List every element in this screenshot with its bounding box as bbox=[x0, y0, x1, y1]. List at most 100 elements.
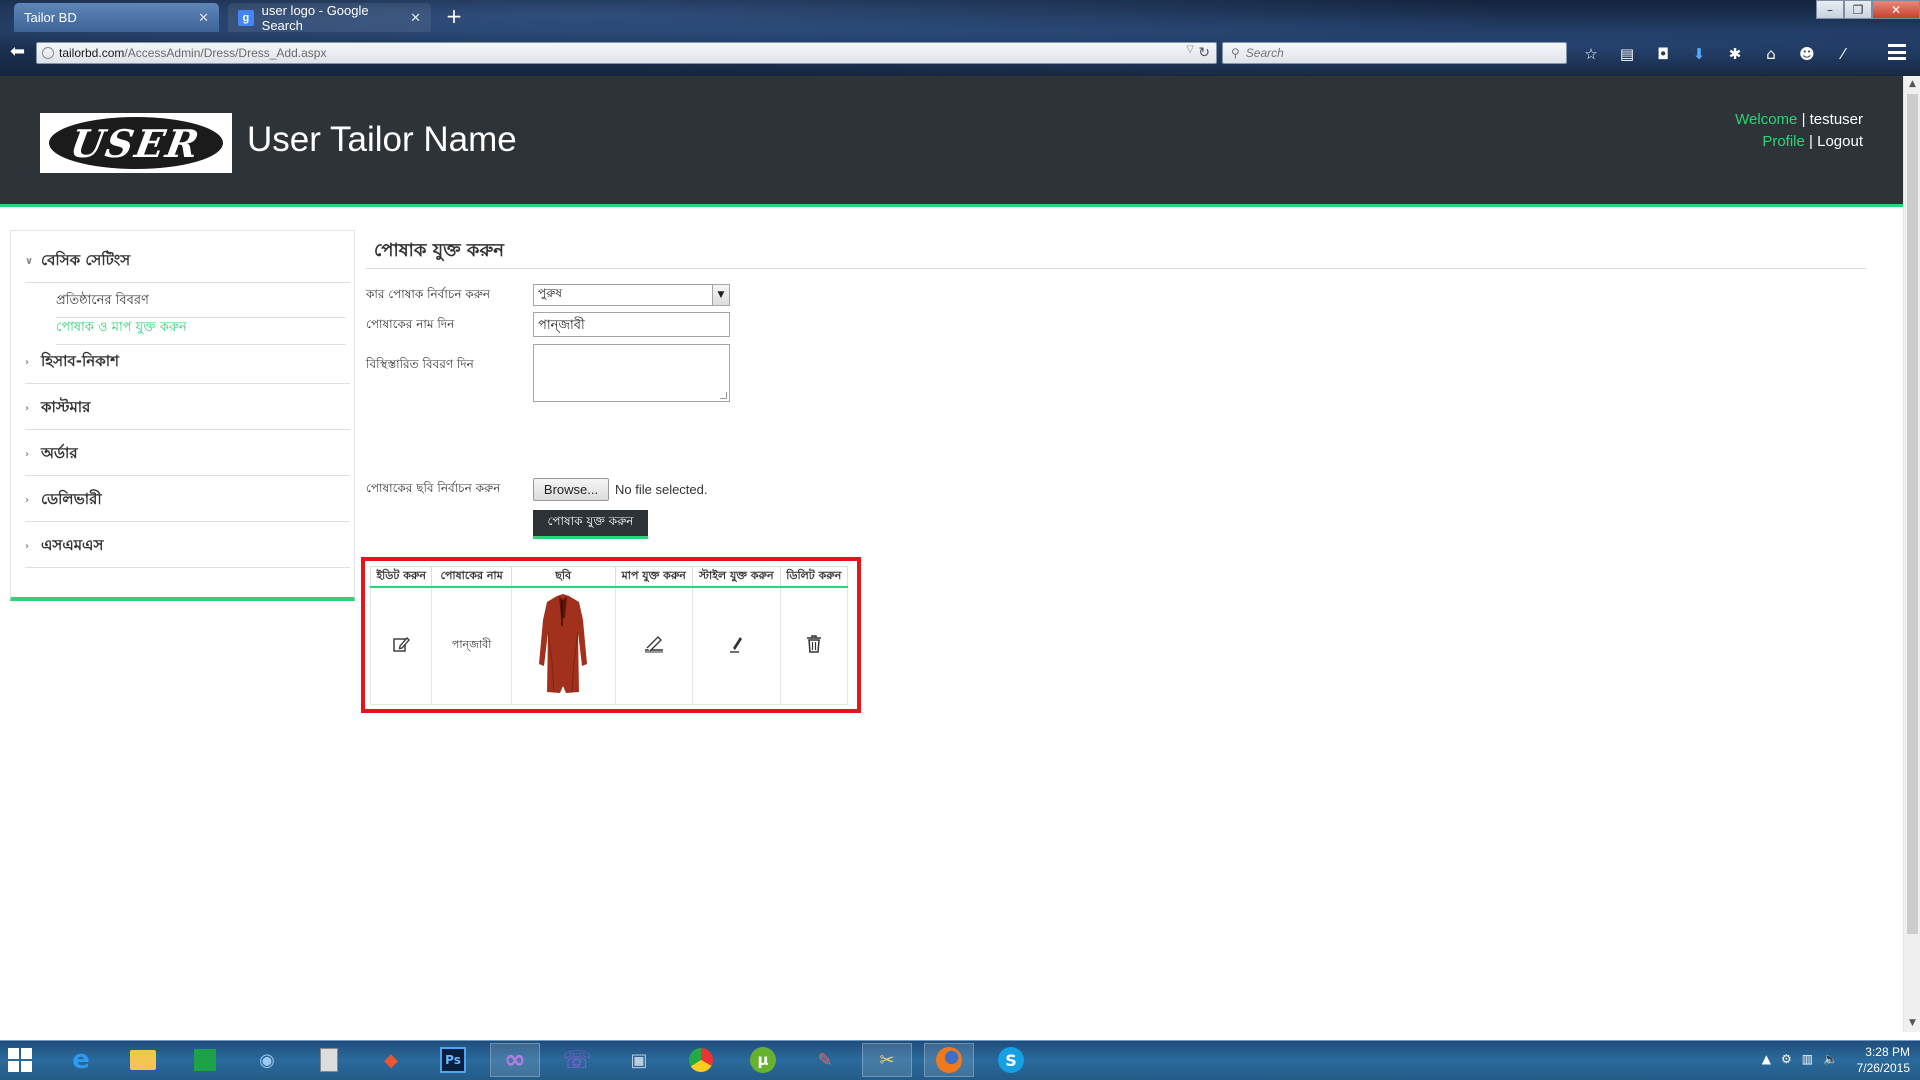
download-icon[interactable]: ⬇ bbox=[1688, 44, 1710, 64]
firefox-icon[interactable] bbox=[924, 1043, 974, 1077]
new-tab-button[interactable]: + bbox=[443, 3, 465, 29]
tab-google-search[interactable]: g user logo - Google Search ✕ bbox=[228, 3, 431, 33]
sidebar-group-order[interactable]: › অর্ডার bbox=[25, 440, 350, 476]
ie-icon[interactable]: e bbox=[56, 1043, 106, 1077]
sidebar-item-add-dress-measure[interactable]: পোষাক ও মাপ যুক্ত করুন bbox=[56, 318, 346, 345]
measure-tape-icon[interactable] bbox=[642, 634, 666, 654]
sidebar-group-accounts[interactable]: › হিসাব-নিকাশ bbox=[25, 348, 350, 384]
description-label: বিস্থিস্তারিত বিবরণ দিন bbox=[366, 357, 474, 371]
back-arrow-icon[interactable]: ⬅ bbox=[10, 41, 32, 63]
sidebar-group-sms[interactable]: › এসএমএস bbox=[25, 532, 350, 568]
home-icon[interactable]: ⌂ bbox=[1760, 44, 1782, 64]
no-file-text: No file selected. bbox=[615, 482, 708, 497]
bookmark-star-icon[interactable]: ☆ bbox=[1580, 44, 1602, 64]
viber-icon[interactable]: ☏ bbox=[552, 1043, 602, 1077]
image-label: পোষাকের ছবি নির্বাচন করুন bbox=[366, 481, 501, 495]
chevron-down-icon[interactable]: ▼ bbox=[712, 285, 729, 305]
menu-hamburger-icon[interactable] bbox=[1888, 44, 1906, 60]
site-logo[interactable]: USER bbox=[40, 113, 232, 173]
system-tray-icons: ▲ ⚙ ▥ 🔈 bbox=[1762, 1052, 1838, 1066]
sidebar-group-customer[interactable]: › কাস্টমার bbox=[25, 394, 350, 430]
profile-link[interactable]: Profile bbox=[1762, 133, 1805, 150]
restore-button[interactable]: ❐ bbox=[1844, 0, 1872, 19]
calculator-icon[interactable] bbox=[304, 1043, 354, 1077]
clock[interactable]: 3:28 PM 7/26/2015 bbox=[1857, 1044, 1910, 1076]
browser-chrome: Tailor BD ✕ g user logo - Google Search … bbox=[0, 0, 1920, 76]
sidebar-group-label: বেসিক সেটিংস bbox=[41, 251, 131, 269]
search-placeholder: Search bbox=[1245, 46, 1284, 60]
username: testuser bbox=[1809, 111, 1863, 128]
sidebar-group-label: ডেলিভারী bbox=[41, 490, 102, 508]
pocket-icon[interactable]: ◘ bbox=[1652, 44, 1674, 64]
windows-start-icon[interactable] bbox=[8, 1048, 32, 1072]
edit-icon[interactable] bbox=[392, 635, 411, 653]
tray-expand-icon[interactable]: ▲ bbox=[1762, 1052, 1771, 1066]
sidebar-group-basic-settings[interactable]: ∨ বেসিক সেটিংস bbox=[25, 249, 350, 283]
tray-app-icon[interactable]: ⚙ bbox=[1781, 1052, 1792, 1066]
dress-table: ইডিট করুন পোষাকের নাম ছবি মাপ যুক্ত করুন… bbox=[369, 566, 849, 705]
title-divider bbox=[366, 268, 1866, 269]
trash-icon[interactable] bbox=[805, 634, 823, 654]
tools-icon[interactable]: ✂ bbox=[862, 1043, 912, 1077]
url-bar[interactable]: tailorbd.com /AccessAdmin/Dress/Dress_Ad… bbox=[36, 42, 1217, 64]
measure-cell bbox=[614, 586, 694, 705]
network-app-icon[interactable]: ▣ bbox=[614, 1043, 664, 1077]
remote-desktop-icon[interactable]: ◉ bbox=[242, 1043, 292, 1077]
gender-select[interactable]: পুরুষ ▼ bbox=[533, 284, 730, 306]
close-window-button[interactable]: ✕ bbox=[1872, 0, 1920, 19]
volume-icon[interactable]: 🔈 bbox=[1823, 1052, 1838, 1066]
url-path: /AccessAdmin/Dress/Dress_Add.aspx bbox=[124, 46, 327, 60]
chevron-right-icon: › bbox=[25, 541, 30, 552]
dress-name-cell: পান্জাবী bbox=[431, 586, 512, 705]
tab-close-icon[interactable]: ✕ bbox=[198, 10, 209, 26]
vertical-scrollbar[interactable]: ▲ ▼ bbox=[1903, 76, 1920, 1032]
photoshop-icon[interactable]: Ps bbox=[428, 1043, 478, 1077]
network-icon[interactable]: ▥ bbox=[1802, 1052, 1813, 1066]
window-controls: – ❐ ✕ bbox=[1816, 0, 1920, 19]
browse-button[interactable]: Browse... bbox=[533, 478, 609, 501]
scroll-thumb[interactable] bbox=[1907, 94, 1918, 934]
visual-studio-icon[interactable]: ∞ bbox=[490, 1043, 540, 1077]
store-icon[interactable] bbox=[180, 1043, 230, 1077]
welcome-label: Welcome bbox=[1735, 111, 1798, 128]
account-links: Profile | Logout bbox=[1735, 131, 1863, 153]
skype-icon[interactable]: S bbox=[986, 1043, 1036, 1077]
pen-style-icon[interactable] bbox=[727, 634, 745, 654]
url-dropdown-icon[interactable]: ▽ bbox=[1186, 44, 1194, 55]
globe-icon bbox=[42, 47, 54, 59]
tab-close-icon[interactable]: ✕ bbox=[410, 10, 421, 26]
reading-list-icon[interactable]: ▤ bbox=[1616, 44, 1638, 64]
col-header-delete: ডিলিট করুন bbox=[779, 566, 849, 588]
toolbar-icons: ☆ ▤ ◘ ⬇ ✱ ⌂ ☻ ⁄ bbox=[1580, 44, 1854, 64]
addon-icon[interactable]: ✱ bbox=[1724, 44, 1746, 64]
google-favicon-icon: g bbox=[238, 9, 254, 26]
description-textarea[interactable] bbox=[533, 344, 730, 402]
table-header-row: ইডিট করুন পোষাকের নাম ছবি মাপ যুক্ত করুন… bbox=[369, 566, 849, 588]
logout-link[interactable]: Logout bbox=[1817, 133, 1863, 150]
sidebar-item-institution-details[interactable]: প্রতিষ্ঠানের বিবরণ bbox=[56, 291, 346, 318]
page-content: USER User Tailor Name Welcome | testuser… bbox=[0, 76, 1903, 1032]
paint-icon[interactable]: ✎ bbox=[800, 1043, 850, 1077]
url-host: tailorbd.com bbox=[59, 46, 125, 60]
red-app-icon[interactable]: ◆ bbox=[366, 1043, 416, 1077]
utorrent-icon[interactable]: µ bbox=[738, 1043, 788, 1077]
add-dress-button[interactable]: পোষাক যুক্ত করুন bbox=[533, 510, 648, 539]
dress-name-label: পোষাকের নাম দিন bbox=[366, 317, 455, 331]
tab-tailor-bd[interactable]: Tailor BD ✕ bbox=[14, 3, 219, 32]
minimize-button[interactable]: – bbox=[1816, 0, 1844, 19]
chrome-icon[interactable] bbox=[676, 1043, 726, 1077]
search-input[interactable]: ⚲ Search bbox=[1222, 42, 1567, 64]
pen-icon[interactable]: ⁄ bbox=[1832, 44, 1854, 64]
site-name: User Tailor Name bbox=[247, 120, 517, 159]
chevron-right-icon: › bbox=[25, 449, 30, 460]
chevron-right-icon: › bbox=[25, 495, 30, 506]
scroll-down-icon[interactable]: ▼ bbox=[1904, 1015, 1920, 1032]
file-explorer-icon[interactable] bbox=[118, 1043, 168, 1077]
table-row: পান্জাবী bbox=[369, 586, 849, 705]
logo-oval: USER bbox=[49, 117, 223, 169]
scroll-up-icon[interactable]: ▲ bbox=[1904, 76, 1920, 93]
dress-name-input[interactable]: পান্জাবী bbox=[533, 312, 730, 337]
reload-icon[interactable]: ↻ bbox=[1198, 44, 1210, 61]
chat-icon[interactable]: ☻ bbox=[1796, 44, 1818, 64]
sidebar-group-delivery[interactable]: › ডেলিভারী bbox=[25, 486, 350, 522]
